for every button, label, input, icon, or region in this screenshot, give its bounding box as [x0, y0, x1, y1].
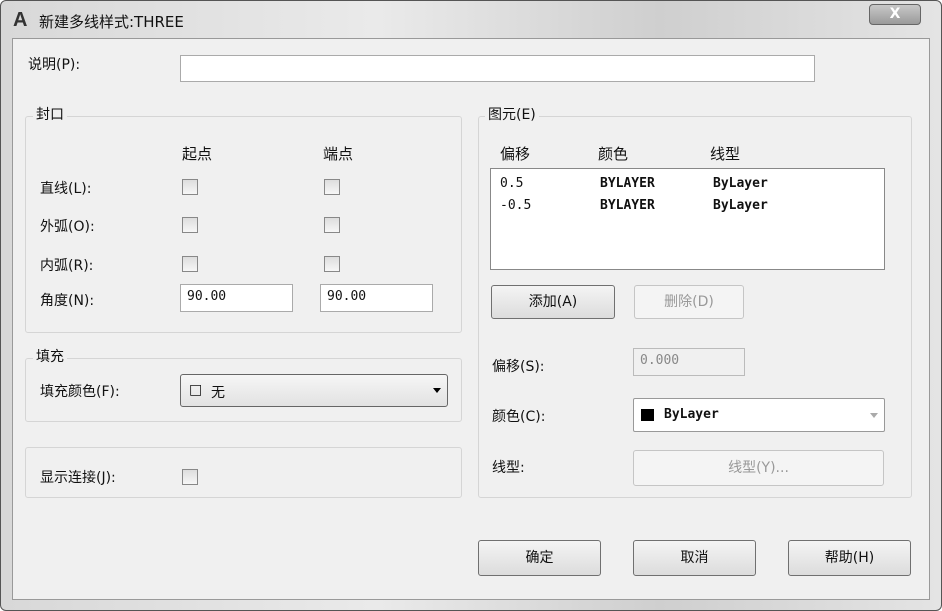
caps-title: 封口: [33, 104, 67, 124]
fill-title: 填充: [33, 346, 67, 366]
linetype-label: 线型:: [492, 460, 525, 476]
list-item[interactable]: 0.5 BYLAYER ByLayer: [491, 174, 884, 196]
color-swatch-icon: [641, 409, 654, 421]
fill-color-label: 填充颜色(F):: [40, 384, 120, 400]
inner-arc-end-checkbox[interactable]: [324, 256, 340, 272]
element-color: BYLAYER: [600, 198, 655, 213]
caps-start-header: 起点: [182, 145, 213, 163]
line-cap-label: 直线(L):: [40, 181, 92, 197]
description-input[interactable]: [180, 55, 815, 82]
element-offset: 0.5: [500, 176, 524, 191]
description-label: 说明(P):: [28, 57, 81, 73]
line-end-checkbox[interactable]: [324, 179, 340, 195]
linetype-button[interactable]: 线型(Y)...: [633, 450, 884, 486]
linetype-header: 线型: [710, 145, 741, 163]
ok-button[interactable]: 确定: [478, 540, 601, 576]
list-item[interactable]: -0.5 BYLAYER ByLayer: [491, 196, 884, 218]
offset-input[interactable]: 0.000: [633, 348, 745, 376]
inner-arc-cap-label: 内弧(R):: [40, 258, 94, 274]
outer-arc-end-checkbox[interactable]: [324, 217, 340, 233]
line-start-checkbox[interactable]: [182, 179, 198, 195]
angle-end-input[interactable]: 90.00: [320, 284, 433, 312]
offset-header: 偏移: [500, 145, 531, 163]
element-linetype: ByLayer: [713, 176, 768, 191]
delete-button[interactable]: 删除(D): [634, 285, 744, 319]
chevron-down-icon: [433, 388, 441, 393]
autocad-logo-icon: A: [13, 9, 28, 31]
fill-color-value: 无: [211, 385, 225, 401]
color-header: 颜色: [598, 145, 629, 163]
outer-arc-cap-label: 外弧(O):: [40, 219, 95, 235]
elements-title: 图元(E): [485, 104, 539, 124]
element-linetype: ByLayer: [713, 198, 768, 213]
fill-color-select[interactable]: □ 无: [180, 374, 448, 407]
help-button[interactable]: 帮助(H): [788, 540, 911, 576]
caps-end-header: 端点: [323, 145, 354, 163]
angle-start-input[interactable]: 90.00: [180, 284, 293, 312]
fill-swatch-icon: □: [189, 382, 203, 398]
color-value: ByLayer: [664, 407, 719, 422]
angle-label: 角度(N):: [40, 293, 95, 309]
color-select[interactable]: ByLayer: [633, 398, 885, 432]
display-joints-label: 显示连接(J):: [40, 470, 116, 486]
offset-label: 偏移(S):: [492, 359, 545, 375]
close-button[interactable]: X: [869, 4, 921, 25]
cancel-button[interactable]: 取消: [633, 540, 756, 576]
chevron-down-icon: [870, 413, 878, 418]
display-joints-checkbox[interactable]: [182, 469, 198, 485]
outer-arc-start-checkbox[interactable]: [182, 217, 198, 233]
elements-list[interactable]: 0.5 BYLAYER ByLayer -0.5 BYLAYER ByLayer: [490, 168, 885, 270]
color-label: 颜色(C):: [492, 409, 546, 425]
element-offset: -0.5: [500, 198, 532, 213]
window-title: 新建多线样式:THREE: [39, 13, 184, 31]
add-button[interactable]: 添加(A): [491, 285, 615, 319]
element-color: BYLAYER: [600, 176, 655, 191]
inner-arc-start-checkbox[interactable]: [182, 256, 198, 272]
